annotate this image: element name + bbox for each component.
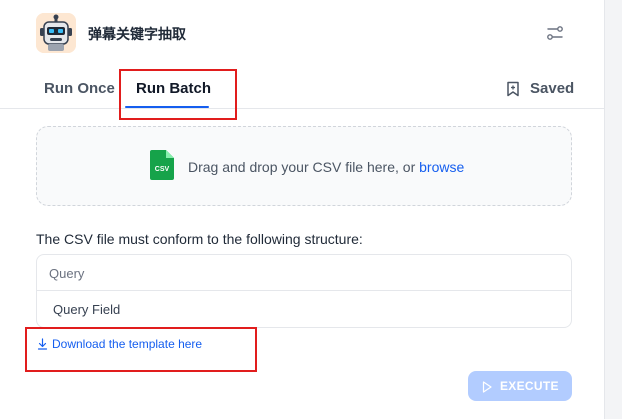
play-icon — [482, 380, 492, 393]
active-tab-indicator — [125, 106, 209, 108]
page-background — [605, 0, 622, 419]
bookmark-icon — [506, 81, 520, 97]
table-cell: Query Field — [53, 302, 121, 317]
app-card: 弹幕关键字抽取 Run Once Run Batch Saved CSV Dra… — [0, 0, 605, 419]
app-title: 弹幕关键字抽取 — [88, 26, 186, 42]
csv-file-icon: CSV — [150, 150, 174, 180]
csv-dropzone[interactable]: CSV Drag and drop your CSV file here, or… — [36, 126, 572, 206]
table-header-cell: Query — [49, 266, 85, 281]
csv-structure-table: Query Query Field — [36, 254, 572, 328]
browse-link[interactable]: browse — [419, 159, 464, 175]
tab-run-once[interactable]: Run Once — [44, 80, 115, 97]
tab-run-batch[interactable]: Run Batch — [136, 80, 211, 97]
dropzone-prompt: Drag and drop your CSV file here, or — [188, 159, 420, 175]
mode-tabs: Run Once Run Batch Saved — [0, 66, 604, 109]
table-header: Query — [37, 255, 571, 291]
structure-label: The CSV file must conform to the followi… — [36, 231, 363, 247]
execute-label: EXECUTE — [500, 379, 559, 393]
download-icon — [37, 338, 48, 350]
table-row: Query Field — [37, 291, 571, 327]
app-header: 弹幕关键字抽取 — [0, 0, 604, 66]
settings-sliders-icon[interactable] — [544, 22, 566, 44]
execute-button[interactable]: EXECUTE — [468, 371, 572, 401]
csv-icon-text: CSV — [155, 166, 170, 173]
download-label: Download the template here — [52, 337, 203, 351]
robot-avatar-icon — [36, 13, 76, 53]
saved-label: Saved — [530, 80, 575, 97]
dropzone-text: Drag and drop your CSV file here, or bro… — [188, 159, 464, 175]
